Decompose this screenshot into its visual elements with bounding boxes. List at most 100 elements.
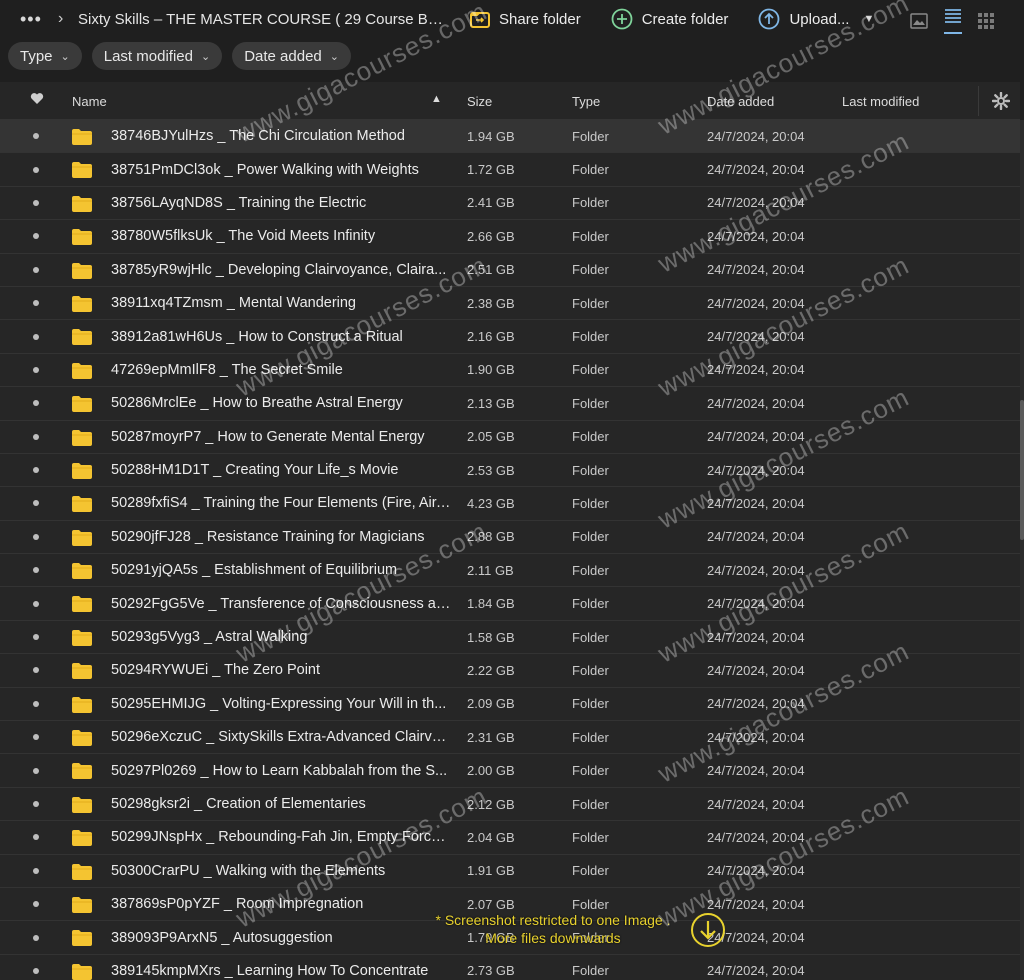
favorite-dot-icon[interactable] [33, 400, 39, 407]
favorite-dot-icon[interactable] [33, 533, 39, 540]
filter-date-added[interactable]: Date added ⌄ [232, 42, 351, 70]
breadcrumb[interactable]: Sixty Skills – THE MASTER COURSE ( 29 Co… [78, 11, 448, 28]
folder-icon [72, 763, 92, 780]
table-row[interactable]: 50288HM1D1T _ Creating Your Life_s Movie… [0, 454, 1020, 488]
table-row[interactable]: 47269epMmIlF8 _ The Secret Smile 1.90 GB F… [0, 354, 1020, 388]
file-size: 2.16 GB [467, 329, 515, 345]
table-row[interactable]: 38911xq4TZmsm _ Mental Wandering 2.38 GB F… [0, 287, 1020, 321]
favorite-dot-icon[interactable] [33, 901, 39, 908]
file-name[interactable]: 50295EHMIJG _ Volting-Expressing Your Wi… [111, 696, 451, 712]
favorite-dot-icon[interactable] [33, 834, 39, 841]
table-row[interactable]: 50293g5Vyg3 _ Astral Walking 1.58 GB Folde… [0, 621, 1020, 655]
table-row[interactable]: 50294RYWUEi _ The Zero Point 2.22 GB Folde… [0, 654, 1020, 688]
favorite-dot-icon[interactable] [33, 266, 39, 273]
scrollbar[interactable] [1020, 120, 1024, 980]
favorite-dot-icon[interactable] [33, 433, 39, 440]
create-folder-button[interactable]: Create folder [611, 0, 728, 38]
table-row[interactable]: 50287moyrP7 _ How to Generate Mental Ene… [0, 421, 1020, 454]
table-row[interactable]: 50291yjQA5s _ Establishment of Equilibri… [0, 554, 1020, 588]
filter-last-modified[interactable]: Last modified ⌄ [91, 42, 223, 70]
scrollbar-thumb[interactable] [1020, 400, 1024, 540]
table-row[interactable]: 50299JNspHx _ Rebounding-Fah Jin, Empty … [0, 821, 1020, 855]
file-name[interactable]: 38911xq4TZmsm _ Mental Wandering [111, 295, 451, 311]
column-last-modified[interactable]: Last modified [842, 94, 919, 109]
table-row[interactable]: 50286MrclEe _ How to Breathe Astral Ener… [0, 387, 1020, 421]
table-row[interactable]: 38751PmDCl3ok _ Power Walking with Weigh… [0, 153, 1020, 187]
favorite-dot-icon[interactable] [33, 567, 39, 574]
favorite-dot-icon[interactable] [33, 867, 39, 874]
file-name[interactable]: 38780W5flksUk _ The Void Meets Infinity [111, 228, 451, 244]
file-name[interactable]: 38756LAyqND8S _ Training the Electric [111, 195, 451, 211]
table-row[interactable]: 50300CrarPU _ Walking with the Elements 1… [0, 855, 1020, 888]
column-size[interactable]: Size [467, 94, 492, 109]
table-row[interactable]: 38756LAyqND8S _ Training the Electric 2.4… [0, 187, 1020, 221]
file-name[interactable]: 389145kmpMXrs _ Learning How To Concentr… [111, 963, 451, 979]
favorite-dot-icon[interactable] [33, 199, 39, 206]
more-options-icon[interactable]: ••• [20, 9, 50, 30]
favorite-dot-icon[interactable] [33, 133, 39, 140]
table-row[interactable]: 38780W5flksUk _ The Void Meets Infinity 2… [0, 220, 1020, 254]
share-folder-button[interactable]: Share folder [470, 0, 581, 38]
table-row[interactable]: 38746BJYulHzs _ The Chi Circulation Meth… [0, 120, 1020, 154]
favorite-dot-icon[interactable] [33, 734, 39, 741]
column-name[interactable]: Name [72, 94, 107, 109]
favorite-dot-icon[interactable] [33, 667, 39, 674]
column-date-added[interactable]: Date added [707, 94, 774, 109]
favorite-dot-icon[interactable] [33, 166, 39, 173]
file-name[interactable]: 50290jfFJ28 _ Resistance Training for Ma… [111, 529, 451, 545]
favorite-dot-icon[interactable] [33, 767, 39, 774]
favorite-dot-icon[interactable] [33, 634, 39, 641]
file-name[interactable]: 50296eXczuC _ SixtySkills Extra-Advanced… [111, 729, 451, 745]
file-name[interactable]: 50291yjQA5s _ Establishment of Equilibri… [111, 562, 451, 578]
table-row[interactable]: 50296eXczuC _ SixtySkills Extra-Advanced… [0, 721, 1020, 755]
file-name[interactable]: 50289fxfiS4 _ Training the Four Elements… [111, 495, 451, 511]
sort-ascending-icon[interactable]: ▲ [431, 93, 442, 105]
file-name[interactable]: 50294RYWUEi _ The Zero Point [111, 662, 451, 678]
thumbnail-view-icon[interactable] [910, 13, 928, 29]
favorite-dot-icon[interactable] [33, 500, 39, 507]
list-view-icon[interactable] [944, 8, 962, 34]
favorite-dot-icon[interactable] [33, 967, 39, 974]
favorite-dot-icon[interactable] [33, 300, 39, 307]
table-row[interactable]: 38912a81wH6Us _ How to Construct a Ritua… [0, 320, 1020, 354]
grid-view-icon[interactable] [978, 13, 994, 29]
favorite-dot-icon[interactable] [33, 233, 39, 240]
table-row[interactable]: 50297Pl0269 _ How to Learn Kabbalah from… [0, 754, 1020, 788]
table-row[interactable]: 50292FgG5Ve _ Transference of Consciousn… [0, 587, 1020, 621]
file-name[interactable]: 50298gksr2i _ Creation of Elementaries [111, 796, 451, 812]
filter-type[interactable]: Type ⌄ [8, 42, 82, 70]
file-name[interactable]: 38746BJYulHzs _ The Chi Circulation Meth… [111, 128, 451, 144]
file-name[interactable]: 50293g5Vyg3 _ Astral Walking [111, 629, 451, 645]
file-name[interactable]: 389093P9ArxN5 _ Autosuggestion [111, 930, 451, 946]
favorite-dot-icon[interactable] [33, 700, 39, 707]
file-name[interactable]: 50297Pl0269 _ How to Learn Kabbalah from… [111, 763, 451, 779]
table-row[interactable]: 50289fxfiS4 _ Training the Four Elements… [0, 487, 1020, 521]
file-name[interactable]: 50300CrarPU _ Walking with the Elements [111, 863, 451, 879]
favorite-dot-icon[interactable] [33, 801, 39, 807]
favorite-dot-icon[interactable] [33, 934, 39, 941]
table-row[interactable]: 38785yR9wjHlc _ Developing Clairvoyance,… [0, 254, 1020, 287]
file-name[interactable]: 38785yR9wjHlc _ Developing Clairvoyance,… [111, 262, 451, 278]
file-name[interactable]: 47269epMmIlF8 _ The Secret Smile [111, 362, 451, 378]
favorite-dot-icon[interactable] [33, 366, 39, 373]
file-name[interactable]: 50299JNspHx _ Rebounding-Fah Jin, Empty … [111, 829, 451, 845]
file-name[interactable]: 50292FgG5Ve _ Transference of Consciousn… [111, 596, 451, 612]
file-name[interactable]: 38912a81wH6Us _ How to Construct a Ritua… [111, 329, 451, 345]
table-row[interactable]: 389145kmpMXrs _ Learning How To Concentr… [0, 955, 1020, 980]
table-row[interactable]: 50290jfFJ28 _ Resistance Training for Ma… [0, 521, 1020, 555]
file-name[interactable]: 50288HM1D1T _ Creating Your Life_s Movie [111, 462, 451, 478]
favorite-column-icon[interactable] [30, 92, 44, 108]
upload-button[interactable]: Upload... ▼ [758, 0, 874, 38]
gear-icon[interactable] [991, 91, 1011, 113]
file-name[interactable]: 38751PmDCl3ok _ Power Walking with Weigh… [111, 162, 451, 178]
file-name[interactable]: 50286MrclEe _ How to Breathe Astral Ener… [111, 395, 451, 411]
file-name[interactable]: 387869sP0pYZF _ Room Impregnation [111, 896, 451, 912]
column-type[interactable]: Type [572, 94, 600, 109]
chevron-down-icon[interactable]: ▼ [863, 13, 874, 25]
favorite-dot-icon[interactable] [33, 467, 39, 474]
favorite-dot-icon[interactable] [33, 333, 39, 340]
table-row[interactable]: 50295EHMIJG _ Volting-Expressing Your Wi… [0, 688, 1020, 722]
favorite-dot-icon[interactable] [33, 600, 39, 607]
file-name[interactable]: 50287moyrP7 _ How to Generate Mental Ene… [111, 429, 451, 445]
table-row[interactable]: 50298gksr2i _ Creation of Elementaries 2.… [0, 788, 1020, 822]
